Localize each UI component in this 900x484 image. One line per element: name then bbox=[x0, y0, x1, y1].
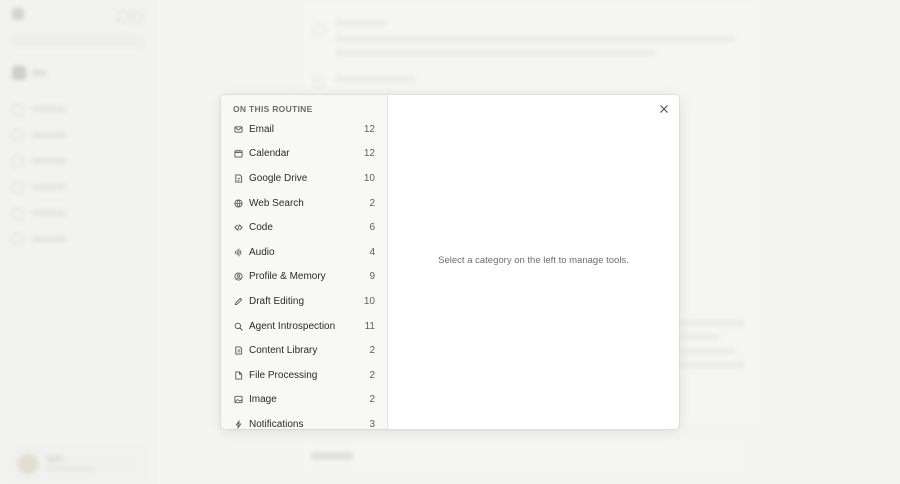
category-item-draft-editing[interactable]: Draft Editing 10 bbox=[221, 289, 387, 314]
category-label: Profile & Memory bbox=[249, 271, 326, 283]
category-item-image[interactable]: Image 2 bbox=[221, 388, 387, 413]
category-label: Web Search bbox=[249, 197, 304, 209]
detail-panel: Select a category on the left to manage … bbox=[388, 95, 679, 429]
category-list: Email 12 Calendar 12 Google Drive 10 Web Searc… bbox=[221, 117, 387, 429]
category-label: File Processing bbox=[249, 369, 318, 381]
category-item-google-drive[interactable]: Google Drive 10 bbox=[221, 166, 387, 191]
category-item-code[interactable]: Code 6 bbox=[221, 215, 387, 240]
file-icon bbox=[233, 370, 243, 380]
tool-count: 10 bbox=[363, 172, 375, 184]
tool-count: 6 bbox=[369, 222, 375, 234]
category-label: Google Drive bbox=[249, 172, 308, 184]
drive-icon bbox=[233, 173, 243, 183]
tool-count: 3 bbox=[369, 418, 375, 429]
category-label: Email bbox=[249, 123, 275, 135]
category-item-audio[interactable]: Audio 4 bbox=[221, 240, 387, 265]
tools-dialog: ON THIS ROUTINE Email 12 Calendar 12 Google … bbox=[221, 95, 679, 429]
category-item-agent-introspection[interactable]: Agent Introspection 11 bbox=[221, 314, 387, 339]
tool-count: 11 bbox=[364, 320, 375, 332]
category-item-content-library[interactable]: Content Library 2 bbox=[221, 338, 387, 363]
category-item-file-processing[interactable]: File Processing 2 bbox=[221, 363, 387, 388]
close-icon bbox=[660, 105, 668, 113]
tool-count: 2 bbox=[369, 345, 375, 357]
search-icon bbox=[233, 321, 243, 331]
tool-count: 2 bbox=[369, 197, 375, 209]
category-panel: ON THIS ROUTINE Email 12 Calendar 12 Google … bbox=[221, 95, 388, 429]
section-title: ON THIS ROUTINE bbox=[233, 104, 313, 114]
category-label: Image bbox=[249, 394, 277, 406]
tool-count: 2 bbox=[369, 369, 375, 381]
calendar-icon bbox=[233, 149, 243, 159]
code-icon bbox=[233, 223, 243, 233]
close-button[interactable] bbox=[657, 102, 671, 116]
category-label: Notifications bbox=[249, 418, 304, 429]
category-label: Audio bbox=[249, 246, 275, 258]
empty-state-message: Select a category on the left to manage … bbox=[438, 255, 629, 266]
category-label: Agent Introspection bbox=[249, 320, 336, 332]
tool-count: 4 bbox=[369, 246, 375, 258]
category-label: Code bbox=[249, 222, 273, 234]
category-label: Draft Editing bbox=[249, 295, 305, 307]
tool-count: 9 bbox=[369, 271, 375, 283]
tool-count: 10 bbox=[363, 295, 375, 307]
profile-icon bbox=[233, 272, 243, 282]
tool-count: 12 bbox=[363, 148, 375, 160]
category-item-notifications[interactable]: Notifications 3 bbox=[221, 412, 387, 429]
category-item-profile-memory[interactable]: Profile & Memory 9 bbox=[221, 265, 387, 290]
bolt-icon bbox=[233, 419, 243, 429]
globe-icon bbox=[233, 198, 243, 208]
library-icon bbox=[233, 346, 243, 356]
category-item-email[interactable]: Email 12 bbox=[221, 117, 387, 142]
mail-icon bbox=[233, 124, 243, 134]
audio-icon bbox=[233, 247, 243, 257]
category-item-web-search[interactable]: Web Search 2 bbox=[221, 191, 387, 216]
tool-count: 2 bbox=[369, 394, 375, 406]
image-icon bbox=[233, 395, 243, 405]
category-label: Content Library bbox=[249, 345, 318, 357]
category-item-calendar[interactable]: Calendar 12 bbox=[221, 142, 387, 167]
category-label: Calendar bbox=[249, 148, 290, 160]
pencil-icon bbox=[233, 296, 243, 306]
tool-count: 12 bbox=[363, 123, 375, 135]
